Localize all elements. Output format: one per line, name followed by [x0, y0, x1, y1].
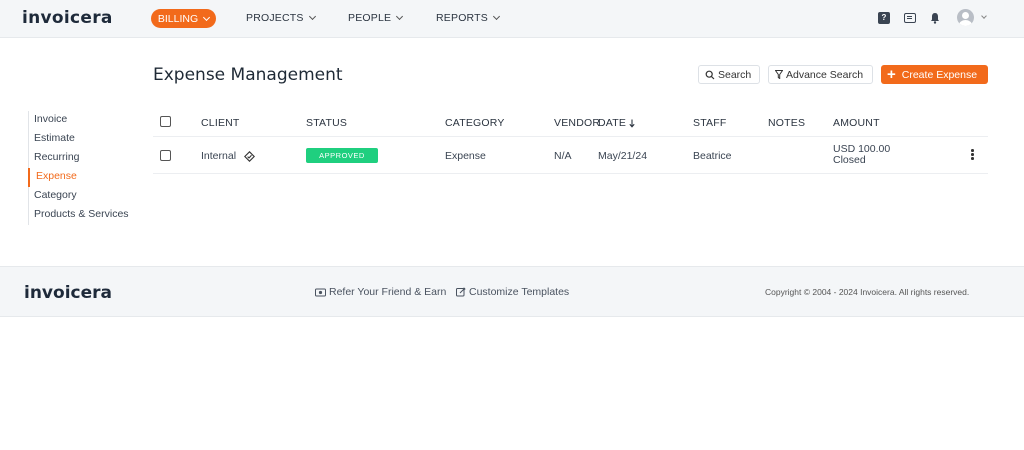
footer-logo-text: invoicera: [24, 283, 112, 303]
nav-projects[interactable]: PROJECTS: [246, 12, 316, 24]
staff-cell: Beatrice: [693, 150, 732, 162]
nav-projects-label: PROJECTS: [246, 12, 304, 24]
select-all-checkbox[interactable]: [160, 116, 171, 127]
status-badge: APPROVED: [306, 148, 378, 163]
edit-icon: [456, 287, 466, 297]
customize-templates-link[interactable]: Customize Templates: [456, 286, 569, 298]
table-row[interactable]: Internal APPROVED Expense N/A May/21/24 …: [153, 137, 988, 174]
page-title: Expense Management: [153, 65, 343, 85]
client-cell: Internal: [201, 150, 256, 162]
sidebar-item-estimate[interactable]: Estimate: [29, 130, 129, 149]
amount-status: Closed: [833, 154, 866, 166]
sidebar-item-invoice[interactable]: Invoice: [29, 111, 129, 130]
sidebar-item-expense[interactable]: Expense: [28, 168, 129, 187]
nav-people-label: PEOPLE: [348, 12, 392, 24]
column-date-label: DATE: [598, 117, 627, 129]
create-expense-label: Create Expense: [901, 68, 978, 81]
help-icon[interactable]: ?: [878, 12, 890, 24]
column-amount[interactable]: AMOUNT: [833, 117, 880, 129]
advance-search-button[interactable]: Advance Search: [768, 65, 873, 84]
filter-icon: [775, 70, 783, 79]
chevron-down-icon: [492, 12, 501, 21]
vendor-cell: N/A: [554, 150, 572, 162]
column-status[interactable]: STATUS: [306, 117, 347, 129]
refer-friend-label: Refer Your Friend & Earn: [329, 286, 447, 298]
sidebar-item-recurring[interactable]: Recurring: [29, 149, 129, 168]
keyboard-icon[interactable]: [904, 13, 916, 23]
verified-tag-icon: [244, 150, 256, 162]
column-client[interactable]: CLIENT: [201, 117, 240, 129]
expense-table: CLIENT STATUS CATEGORY VENDOR DATE STAFF…: [153, 110, 988, 174]
sidebar-item-products-services[interactable]: Products & Services: [29, 206, 129, 225]
nav-billing[interactable]: BILLING: [151, 9, 216, 28]
column-staff[interactable]: STAFF: [693, 117, 726, 129]
billing-sidebar: Invoice Estimate Recurring Expense Categ…: [28, 111, 129, 225]
nav-billing-label: BILLING: [157, 12, 199, 25]
amount-cell: USD 100.00 Closed: [833, 144, 890, 166]
sort-down-arrow-icon: [629, 119, 635, 128]
chevron-down-icon: [308, 12, 316, 21]
search-button-label: Search: [718, 68, 752, 81]
nav-reports-label: REPORTS: [436, 12, 488, 24]
footer-invoicera-logo[interactable]: invoicera: [24, 283, 112, 303]
top-navigation-bar: invoicera BILLING PROJECTS PEOPLE REPORT…: [0, 0, 1024, 38]
column-vendor[interactable]: VENDOR: [554, 117, 600, 129]
chevron-down-icon: [396, 12, 404, 21]
client-name: Internal: [201, 150, 237, 162]
advance-search-label: Advance Search: [786, 68, 864, 81]
logo-text: invoicera: [22, 8, 113, 28]
bell-icon[interactable]: [929, 12, 941, 24]
row-checkbox[interactable]: [160, 150, 171, 161]
refer-card-icon: [315, 288, 326, 296]
customize-templates-label: Customize Templates: [469, 286, 570, 298]
footer: invoicera Refer Your Friend & Earn Custo…: [0, 266, 1024, 317]
plus-icon: +: [887, 66, 896, 83]
invoicera-logo[interactable]: invoicera: [22, 8, 113, 28]
create-expense-button[interactable]: + Create Expense: [881, 65, 988, 84]
table-header: CLIENT STATUS CATEGORY VENDOR DATE STAFF…: [153, 110, 988, 137]
chevron-down-icon: [203, 13, 211, 21]
column-date[interactable]: DATE: [598, 117, 635, 129]
user-avatar-icon[interactable]: [957, 9, 974, 26]
more-actions-icon[interactable]: [971, 149, 974, 162]
column-notes[interactable]: NOTES: [768, 117, 805, 129]
date-cell: May/21/24: [598, 150, 648, 162]
search-button[interactable]: Search: [698, 65, 760, 84]
nav-reports[interactable]: REPORTS: [436, 12, 501, 24]
sidebar-item-category[interactable]: Category: [29, 187, 129, 206]
refer-friend-link[interactable]: Refer Your Friend & Earn: [315, 286, 446, 298]
chevron-down-icon[interactable]: [981, 13, 987, 19]
search-icon: [705, 70, 715, 79]
copyright-text: Copyright © 2004 - 2024 Invoicera. All r…: [765, 287, 970, 297]
category-cell: Expense: [445, 150, 486, 162]
column-category[interactable]: CATEGORY: [445, 117, 505, 129]
nav-people[interactable]: PEOPLE: [348, 12, 404, 24]
